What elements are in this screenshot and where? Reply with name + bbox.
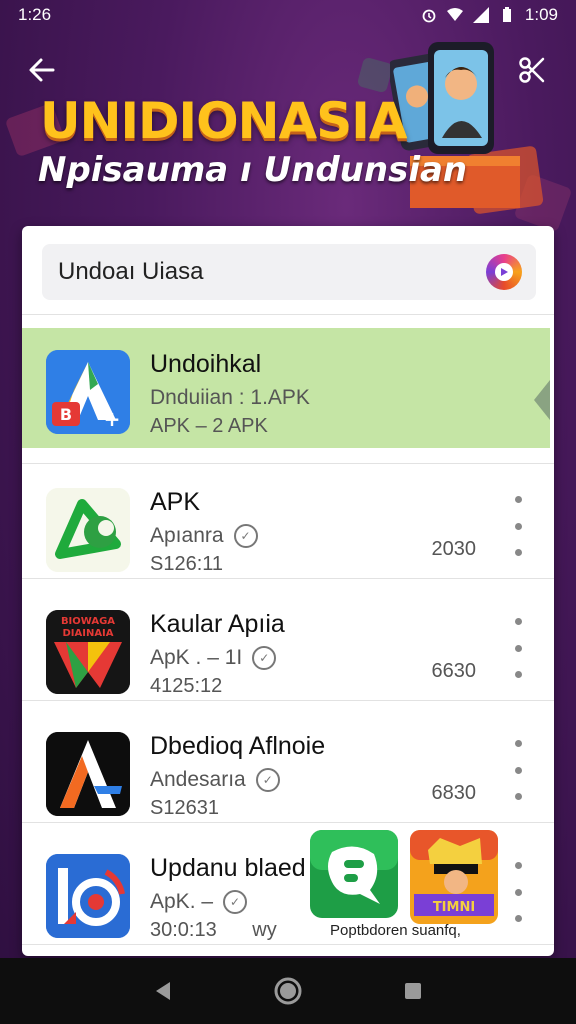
search-icon xyxy=(495,263,513,281)
more-options-icon[interactable] xyxy=(508,740,528,800)
app-meta-suffix: wy xyxy=(252,919,277,941)
app-title: APK xyxy=(150,488,201,516)
search-button[interactable] xyxy=(486,254,522,290)
svg-text:BIOWAGA: BIOWAGA xyxy=(61,616,115,627)
verified-badge-icon: ✓ xyxy=(223,890,248,914)
more-options-icon[interactable] xyxy=(508,496,528,556)
app-meta: 4125:12 xyxy=(150,675,223,697)
divider xyxy=(22,314,554,315)
svg-text:+: + xyxy=(104,407,121,431)
green-leaf-logo-icon xyxy=(46,488,130,572)
alarm-icon xyxy=(422,9,436,23)
verified-badge-icon: ✓ xyxy=(233,524,258,548)
banner-subtitle: Npisauma ı Undunsian xyxy=(38,150,468,190)
app-developer: Andesarıa xyxy=(150,768,246,791)
status-clock-right: 1:09 xyxy=(524,5,558,24)
status-time: 1:26 xyxy=(18,5,52,24)
app-subtitle: Andesarıa ✓ xyxy=(150,768,280,792)
svg-text:TIMNI: TIMNI xyxy=(433,900,475,915)
status-icons: 1:09 xyxy=(421,5,558,25)
scissors-icon xyxy=(519,57,545,83)
back-button[interactable] xyxy=(20,48,64,92)
nav-back-button[interactable] xyxy=(143,971,183,1011)
search-text: Undoaı Uiasa xyxy=(58,258,204,285)
app-meta: S126:11 xyxy=(150,553,224,575)
divider xyxy=(22,578,554,579)
wifi-icon xyxy=(446,8,463,21)
search-input[interactable]: Undoaı Uiasa xyxy=(42,244,536,300)
app-subtitle: Apıanra ✓ xyxy=(150,524,258,548)
square-recents-icon xyxy=(405,983,422,999)
nav-recents-button[interactable] xyxy=(393,971,433,1011)
app-title: Dbedioq Aflnoie xyxy=(150,732,326,760)
app-screen: 1:26 1:09 UNIDIONASIA Npisauma ı Undunsi… xyxy=(0,0,576,1024)
selection-indicator xyxy=(534,380,550,420)
app-title: Undoihkal xyxy=(150,350,262,378)
signal-icon xyxy=(472,7,489,23)
flag-logo-icon: BIOWAGA DIAINAIA xyxy=(46,610,130,694)
app-title: Updanu blaed xyxy=(150,854,306,882)
app-subtitle: ApK . – 1I ✓ xyxy=(150,646,277,670)
divider xyxy=(22,463,554,464)
app-size: 6830 xyxy=(431,782,477,804)
app-title: Kaular Apıia xyxy=(150,610,285,638)
svg-text:DIAINAIA: DIAINAIA xyxy=(62,628,113,639)
logo-letter-a-icon: B + xyxy=(46,350,130,434)
app-version: ApK. – xyxy=(150,890,214,913)
popup-caption: Poptbdoren suanfq, xyxy=(330,922,461,939)
triangle-back-icon xyxy=(155,982,170,1000)
more-options-icon[interactable] xyxy=(508,862,528,922)
app-size: 2030 xyxy=(431,538,477,560)
app-row-1[interactable]: B + Undoihkal Dnduiian : 1.APK APK – 2 A… xyxy=(22,328,550,448)
green-chat-app-icon xyxy=(310,830,398,918)
app-version: Dnduiian : 1.APK xyxy=(150,386,310,409)
circle-home-icon xyxy=(274,977,302,1005)
app-size: 6630 xyxy=(431,660,477,682)
divider xyxy=(22,822,554,823)
arrow-left-icon xyxy=(29,58,55,82)
svg-text:B: B xyxy=(60,405,72,424)
more-options-icon[interactable] xyxy=(508,618,528,678)
battery-icon xyxy=(502,7,511,22)
app-subtitle: ApK. – ✓ xyxy=(150,890,248,914)
app-row-4[interactable]: Dbedioq Aflnoie Andesarıa ✓ S12631 6830 xyxy=(22,710,554,830)
app-version: ApK . – 1I xyxy=(150,646,243,669)
app-row-2[interactable]: APK Apıanra ✓ S126:11 2030 xyxy=(22,466,554,586)
app-meta: 30:0:13 wy xyxy=(150,919,277,942)
app-meta: APK – 2 APK xyxy=(150,415,268,437)
verified-badge-icon: ✓ xyxy=(255,768,280,792)
app-subtitle: Dnduiian : 1.APK xyxy=(150,386,310,410)
system-nav-bar xyxy=(0,958,576,1024)
app-date: 30:0:13 xyxy=(150,919,217,941)
divider xyxy=(22,700,554,701)
app-row-3[interactable]: BIOWAGA DIAINAIA Kaular Apıia ApK . – 1I… xyxy=(22,588,554,708)
banner-title: UNIDIONASIA xyxy=(40,92,408,150)
letter-a-logo-icon xyxy=(46,732,130,816)
app-developer: Apıanra xyxy=(150,524,224,547)
camera-logo-icon xyxy=(46,854,130,938)
verified-badge-icon: ✓ xyxy=(252,646,277,670)
nav-home-button[interactable] xyxy=(268,971,308,1011)
game-app-icon: TIMNI xyxy=(410,830,498,924)
status-bar: 1:26 1:09 xyxy=(0,0,576,30)
app-meta: S12631 xyxy=(150,797,219,819)
